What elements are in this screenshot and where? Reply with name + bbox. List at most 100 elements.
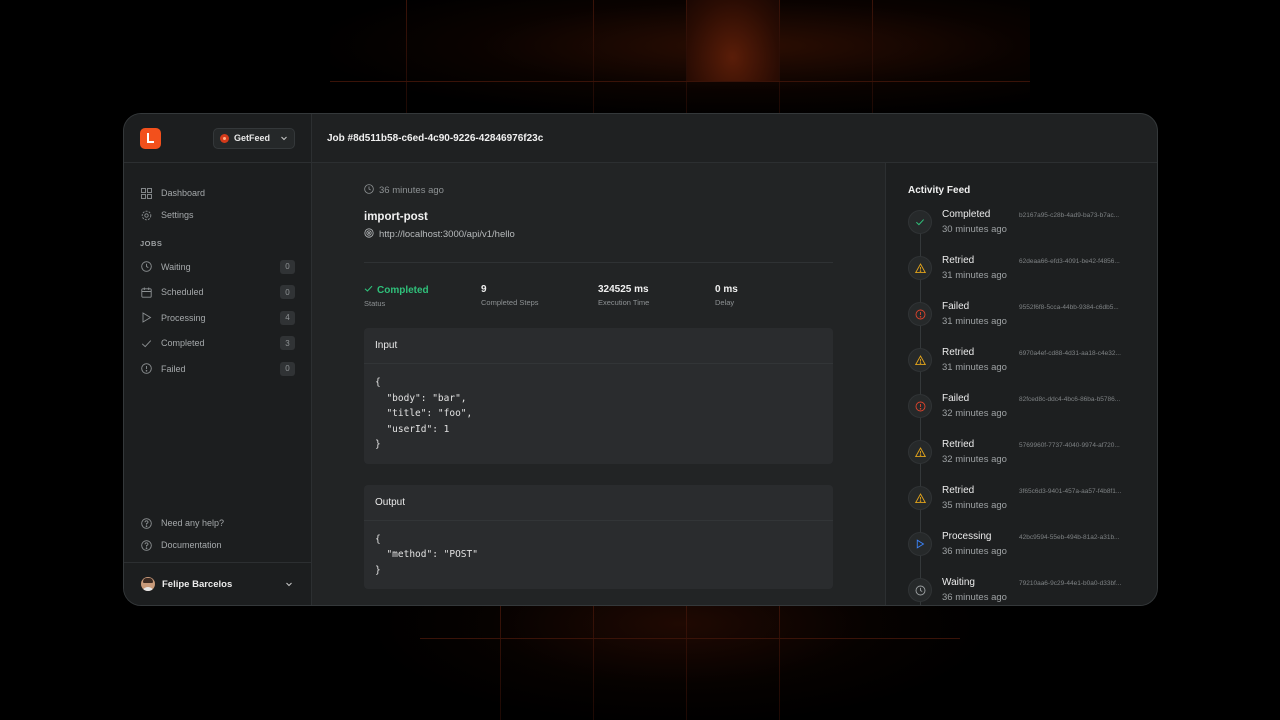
target-icon (364, 228, 374, 241)
job-time-row: 36 minutes ago (364, 184, 833, 197)
gear-icon (140, 209, 152, 221)
activity-time: 32 minutes ago (942, 408, 1007, 419)
count-badge: 3 (280, 336, 295, 351)
sidebar-item-scheduled[interactable]: Scheduled 0 (140, 280, 295, 306)
activity-job-id: b2167a95-c28b-4ad9-ba73-b7ac... (1019, 212, 1120, 219)
activity-item-text: Retried 5769960f-7737-4040-9974-af720...… (942, 439, 1139, 465)
check-icon (364, 284, 373, 296)
warning-icon (908, 348, 932, 372)
activity-item-retried[interactable]: Retried 3f65c6d3-9401-457a-aa57-f4b8f1..… (908, 480, 1139, 526)
org-avatar-icon (220, 133, 229, 143)
clock-icon (140, 261, 152, 273)
stat-completed-steps: 9 Completed Steps (481, 284, 598, 308)
stat-label: Execution Time (598, 298, 650, 307)
job-details: 36 minutes ago import-post http://localh… (312, 163, 885, 605)
divider (364, 262, 833, 263)
activity-job-id: 82fced8c-ddc4-4bc6-86ba-b5786... (1019, 396, 1121, 403)
job-url-row: http://localhost:3000/api/v1/hello (364, 228, 833, 241)
sidebar-item-failed[interactable]: Failed 0 (140, 356, 295, 382)
alert-circle-icon (908, 394, 932, 418)
activity-status: Retried (942, 255, 975, 266)
job-url[interactable]: http://localhost:3000/api/v1/hello (379, 229, 515, 240)
activity-status: Failed (942, 393, 970, 404)
sidebar-item-processing[interactable]: Processing 4 (140, 305, 295, 331)
sidebar-item-settings[interactable]: Settings (140, 204, 295, 226)
input-card: Input { "body": "bar", "title": "foo", "… (364, 328, 833, 464)
sidebar: GetFeed Dashboard Settings JOBS Waiting … (124, 114, 312, 605)
activity-status: Failed (942, 301, 970, 312)
count-badge: 0 (280, 285, 295, 300)
activity-item-failed[interactable]: Failed 82fced8c-ddc4-4bc6-86ba-b5786... … (908, 388, 1139, 434)
app-logo[interactable] (140, 127, 161, 149)
sidebar-item-dashboard[interactable]: Dashboard (140, 182, 295, 204)
sidebar-item-label: Processing (161, 312, 206, 323)
activity-job-id: 6970a4ef-cd88-4d31-aa18-c4e32... (1019, 350, 1121, 357)
stat-label: Status (364, 299, 386, 308)
activity-item-header: Failed 9552f6f8-5cca-44bb-9384-c6db5... (942, 301, 1139, 312)
clock-icon (908, 578, 932, 602)
sidebar-item-label: Scheduled (161, 287, 204, 298)
activity-item-completed[interactable]: Completed b2167a95-c28b-4ad9-ba73-b7ac..… (908, 204, 1139, 250)
activity-item-text: Retried 62deaa66-efd3-4091-be42-f4856...… (942, 255, 1139, 281)
activity-item-text: Waiting 79210aa6-9c29-44e1-b0a0-d33bf...… (942, 577, 1139, 603)
job-time-ago: 36 minutes ago (379, 185, 444, 196)
activity-feed-list: Completed b2167a95-c28b-4ad9-ba73-b7ac..… (908, 204, 1139, 605)
alert-circle-icon (140, 363, 152, 375)
stat-delay: 0 ms Delay (715, 284, 832, 308)
activity-job-id: 62deaa66-efd3-4091-be42-f4856... (1019, 258, 1120, 265)
count-badge: 0 (280, 361, 295, 376)
activity-item-text: Failed 82fced8c-ddc4-4bc6-86ba-b5786... … (942, 393, 1139, 419)
activity-item-retried[interactable]: Retried 5769960f-7737-4040-9974-af720...… (908, 434, 1139, 480)
activity-job-id: 42bc9594-55eb-494b-81a2-a31b... (1019, 534, 1120, 541)
activity-time: 32 minutes ago (942, 454, 1007, 465)
sidebar-item-label: Waiting (161, 261, 191, 272)
input-json: { "body": "bar", "title": "foo", "userId… (375, 377, 473, 450)
app-window: GetFeed Dashboard Settings JOBS Waiting … (123, 113, 1158, 606)
activity-item-header: Retried 5769960f-7737-4040-9974-af720... (942, 439, 1139, 450)
activity-time: 36 minutes ago (942, 592, 1007, 603)
activity-item-waiting[interactable]: Waiting 79210aa6-9c29-44e1-b0a0-d33bf...… (908, 572, 1139, 605)
activity-item-header: Retried 62deaa66-efd3-4091-be42-f4856... (942, 255, 1139, 266)
count-badge: 0 (280, 259, 295, 274)
activity-item-processing[interactable]: Processing 42bc9594-55eb-494b-81a2-a31b.… (908, 526, 1139, 572)
sidebar-item-label: Dashboard (161, 188, 206, 198)
sidebar-item-waiting[interactable]: Waiting 0 (140, 254, 295, 280)
activity-item-text: Completed b2167a95-c28b-4ad9-ba73-b7ac..… (942, 209, 1139, 235)
activity-job-id: 79210aa6-9c29-44e1-b0a0-d33bf... (1019, 580, 1122, 587)
user-menu[interactable]: Felipe Barcelos (124, 562, 311, 605)
activity-item-text: Processing 42bc9594-55eb-494b-81a2-a31b.… (942, 531, 1139, 557)
activity-status: Retried (942, 485, 975, 496)
input-card-title: Input (364, 328, 833, 364)
activity-status: Retried (942, 347, 975, 358)
activity-item-text: Failed 9552f6f8-5cca-44bb-9384-c6db5... … (942, 301, 1139, 327)
help-links: Need any help? Documentation (140, 512, 295, 556)
stat-execution-time: 324525 ms Execution Time (598, 284, 715, 308)
main-panel: Job #8d511b58-c6ed-4c90-9226-42846976f23… (312, 114, 1157, 605)
documentation-link[interactable]: Documentation (140, 534, 295, 556)
activity-job-id: 9552f6f8-5cca-44bb-9384-c6db5... (1019, 304, 1119, 311)
activity-item-retried[interactable]: Retried 62deaa66-efd3-4091-be42-f4856...… (908, 250, 1139, 296)
activity-item-retried[interactable]: Retried 6970a4ef-cd88-4d31-aa18-c4e32...… (908, 342, 1139, 388)
activity-time: 35 minutes ago (942, 500, 1007, 511)
activity-time: 31 minutes ago (942, 316, 1007, 327)
sidebar-nav: Dashboard Settings JOBS Waiting 0 Schedu… (124, 163, 311, 382)
activity-item-failed[interactable]: Failed 9552f6f8-5cca-44bb-9384-c6db5... … (908, 296, 1139, 342)
sidebar-item-label: Completed (161, 338, 205, 349)
calendar-icon (140, 286, 152, 298)
output-card-title: Output (364, 485, 833, 521)
check-icon (908, 210, 932, 234)
activity-time: 31 minutes ago (942, 270, 1007, 281)
activity-item-header: Retried 6970a4ef-cd88-4d31-aa18-c4e32... (942, 347, 1139, 358)
activity-time: 31 minutes ago (942, 362, 1007, 373)
output-json: { "method": "POST" } (375, 533, 478, 576)
page-title: Job #8d511b58-c6ed-4c90-9226-42846976f23… (312, 114, 1157, 163)
help-circle-icon (140, 539, 152, 551)
org-selector[interactable]: GetFeed (213, 127, 295, 149)
stat-value: 0 ms (715, 284, 738, 295)
sidebar-item-completed[interactable]: Completed 3 (140, 331, 295, 357)
need-help-link[interactable]: Need any help? (140, 512, 295, 534)
play-icon (908, 532, 932, 556)
activity-feed-title: Activity Feed (908, 185, 971, 196)
main-body: 36 minutes ago import-post http://localh… (312, 163, 1157, 605)
avatar (141, 577, 155, 591)
